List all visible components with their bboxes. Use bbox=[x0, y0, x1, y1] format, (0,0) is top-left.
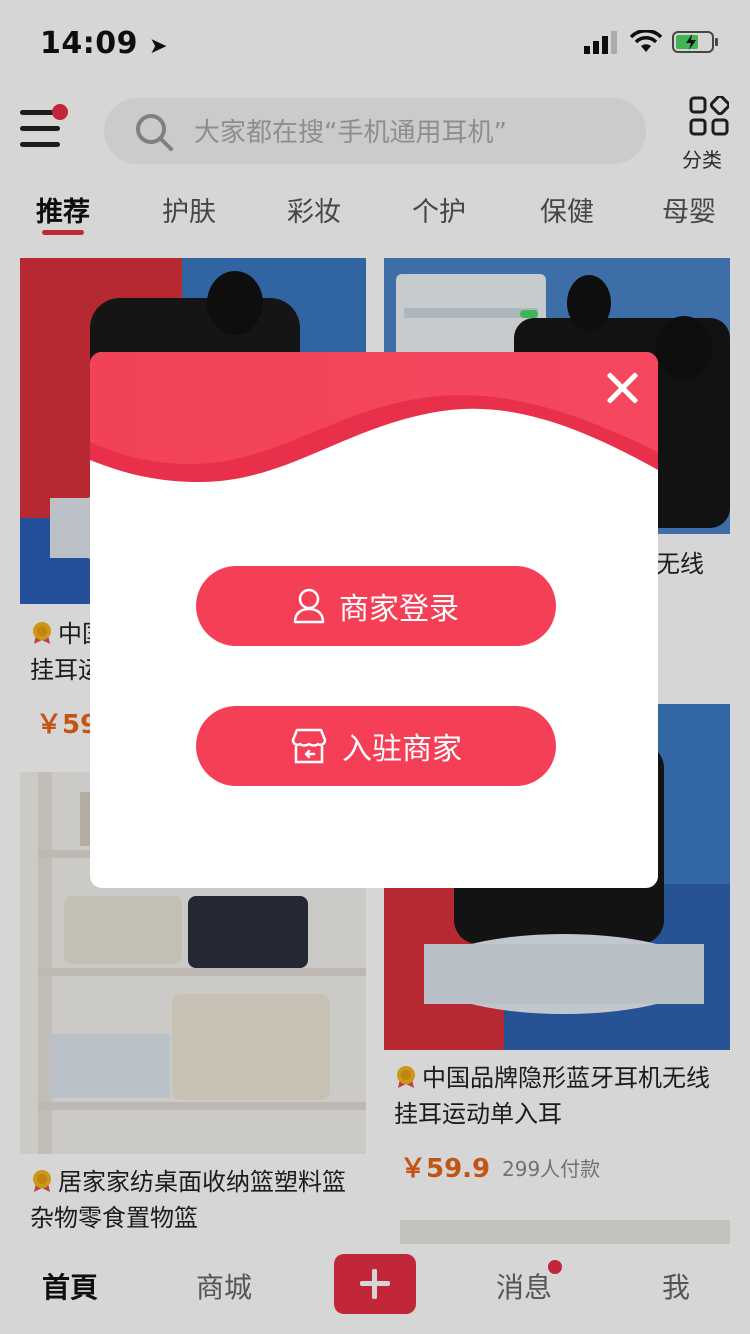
close-button[interactable] bbox=[602, 368, 642, 408]
merchant-login-button[interactable]: 商家登录 bbox=[196, 566, 556, 646]
modal-header-wave bbox=[90, 352, 658, 482]
join-merchant-label: 入驻商家 bbox=[342, 732, 462, 767]
merchant-modal: 商家登录 入驻商家 bbox=[90, 352, 658, 888]
join-merchant-button[interactable]: 入驻商家 bbox=[196, 706, 556, 786]
merchant-login-label: 商家登录 bbox=[339, 592, 459, 627]
store-icon bbox=[291, 728, 327, 764]
user-icon bbox=[293, 588, 325, 624]
